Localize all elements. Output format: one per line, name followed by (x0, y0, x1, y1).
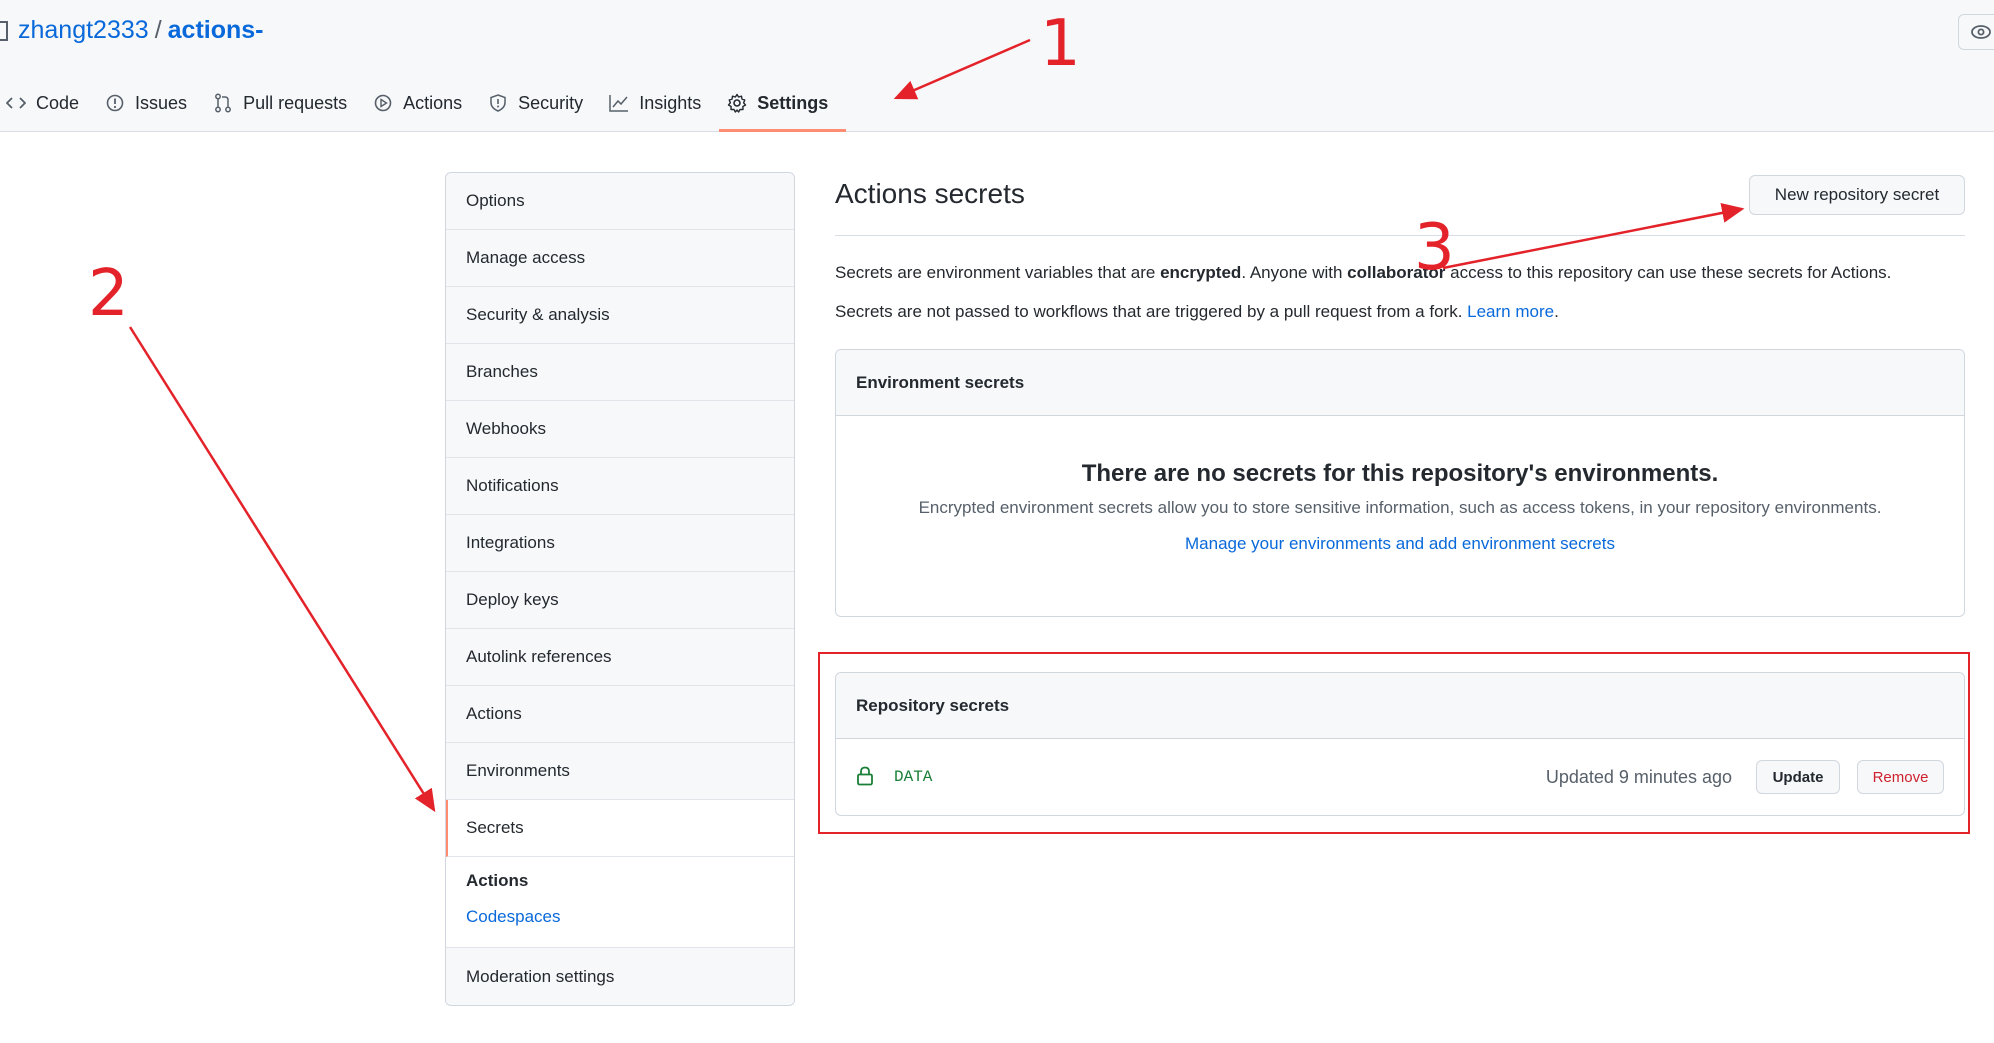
tab-label: Security (518, 92, 584, 113)
sidebar-item-autolink-references[interactable]: Autolink references (446, 629, 794, 686)
page-header: Actions secrets New repository secret (835, 172, 1965, 236)
repo-separator: / (154, 16, 162, 44)
blankslate-text: Encrypted environment secrets allow you … (918, 498, 1882, 517)
play-icon (373, 93, 393, 113)
tab-label: Settings (757, 92, 829, 113)
issue-icon (105, 93, 125, 113)
repo-title: zhangt2333 / actions- (0, 16, 264, 45)
learn-more-link[interactable]: Learn more (1467, 302, 1554, 321)
tab-security[interactable]: Security (482, 82, 603, 124)
graph-icon (609, 93, 629, 113)
remove-secret-button[interactable]: Remove (1857, 760, 1944, 794)
repo-name-link[interactable]: actions- (168, 16, 264, 45)
sidebar-subitem-codespaces[interactable]: Codespaces (466, 907, 774, 931)
annotation-arrow-2 (128, 326, 436, 813)
tab-label: Code (36, 92, 80, 113)
sidebar-secrets-group: Actions Codespaces (446, 857, 794, 948)
sidebar-item-actions[interactable]: Actions (446, 686, 794, 743)
tab-label: Insights (639, 92, 702, 113)
settings-sidebar: Options Manage access Security & analysi… (445, 172, 795, 1006)
sidebar-item-integrations[interactable]: Integrations (446, 515, 794, 572)
environment-secrets-heading: Environment secrets (836, 350, 1964, 416)
page-title: Actions secrets (835, 178, 1025, 209)
environment-secrets-box: Environment secrets There are no secrets… (835, 349, 1965, 617)
new-repository-secret-button[interactable]: New repository secret (1749, 175, 1965, 215)
sidebar-item-branches[interactable]: Branches (446, 344, 794, 401)
tab-pull-requests[interactable]: Pull requests (207, 82, 367, 124)
repo-header: zhangt2333 / actions- Code Issues Pull r… (0, 0, 1994, 132)
tab-settings[interactable]: Settings (719, 82, 848, 132)
gear-icon (727, 93, 747, 113)
tab-label: Actions (403, 92, 463, 113)
sidebar-item-environments[interactable]: Environments (446, 743, 794, 800)
secret-name: DATA (894, 768, 933, 786)
eye-icon (1971, 25, 1991, 39)
sidebar-item-moderation-settings[interactable]: Moderation settings (446, 948, 794, 1005)
sidebar-item-secrets[interactable]: Secrets (446, 800, 794, 857)
sidebar-item-webhooks[interactable]: Webhooks (446, 401, 794, 458)
sidebar-item-options[interactable]: Options (446, 173, 794, 230)
desc-text: . (1554, 302, 1559, 321)
environment-secrets-blankslate: There are no secrets for this repository… (836, 416, 1964, 554)
lock-icon (856, 766, 878, 788)
sidebar-subitem-actions[interactable]: Actions (466, 871, 774, 895)
repository-secrets-box: Repository secrets DATA Updated 9 minute… (835, 672, 1965, 816)
blankslate-title: There are no secrets for this repository… (1081, 460, 1719, 487)
desc-text: Secrets are not passed to workflows that… (835, 302, 1468, 321)
desc-text: access to this repository can use these … (1445, 263, 1892, 282)
tab-issues[interactable]: Issues (99, 82, 207, 124)
repo-nav-tabs: Code Issues Pull requests Actions Securi… (0, 82, 848, 132)
repository-secrets-heading: Repository secrets (836, 673, 1964, 739)
sidebar-item-deploy-keys[interactable]: Deploy keys (446, 572, 794, 629)
sidebar-item-security-analysis[interactable]: Security & analysis (446, 287, 794, 344)
desc-bold-collaborator: collaborator (1347, 263, 1446, 282)
secrets-main: Actions secrets New repository secret Se… (835, 172, 1965, 617)
tab-label: Issues (135, 92, 188, 113)
annotation-number-2: 2 (88, 257, 129, 331)
repo-owner-link[interactable]: zhangt2333 (18, 16, 149, 45)
secret-row: DATA Updated 9 minutes ago Update Remove (836, 739, 1964, 815)
tab-label: Pull requests (243, 92, 348, 113)
sidebar-item-manage-access[interactable]: Manage access (446, 230, 794, 287)
pull-request-icon (213, 93, 233, 113)
desc-text: . Anyone with (1241, 263, 1348, 282)
sidebar-item-notifications[interactable]: Notifications (446, 458, 794, 515)
secrets-description: Secrets are environment variables that a… (835, 260, 1965, 286)
desc-bold-encrypted: encrypted (1160, 263, 1242, 282)
shield-icon (488, 93, 508, 113)
secret-updated-time: Updated 9 minutes ago (1545, 766, 1732, 787)
code-icon (6, 93, 26, 113)
desc-text: Secrets are environment variables that a… (835, 263, 1161, 282)
fork-description: Secrets are not passed to workflows that… (835, 299, 1965, 325)
watch-button[interactable] (1958, 14, 1994, 50)
repo-icon (0, 20, 8, 41)
tab-code[interactable]: Code (0, 82, 99, 124)
update-secret-button[interactable]: Update (1756, 760, 1840, 794)
manage-environments-link[interactable]: Manage your environments and add environ… (836, 534, 1964, 554)
tab-insights[interactable]: Insights (603, 82, 721, 124)
tab-actions[interactable]: Actions (367, 82, 482, 124)
